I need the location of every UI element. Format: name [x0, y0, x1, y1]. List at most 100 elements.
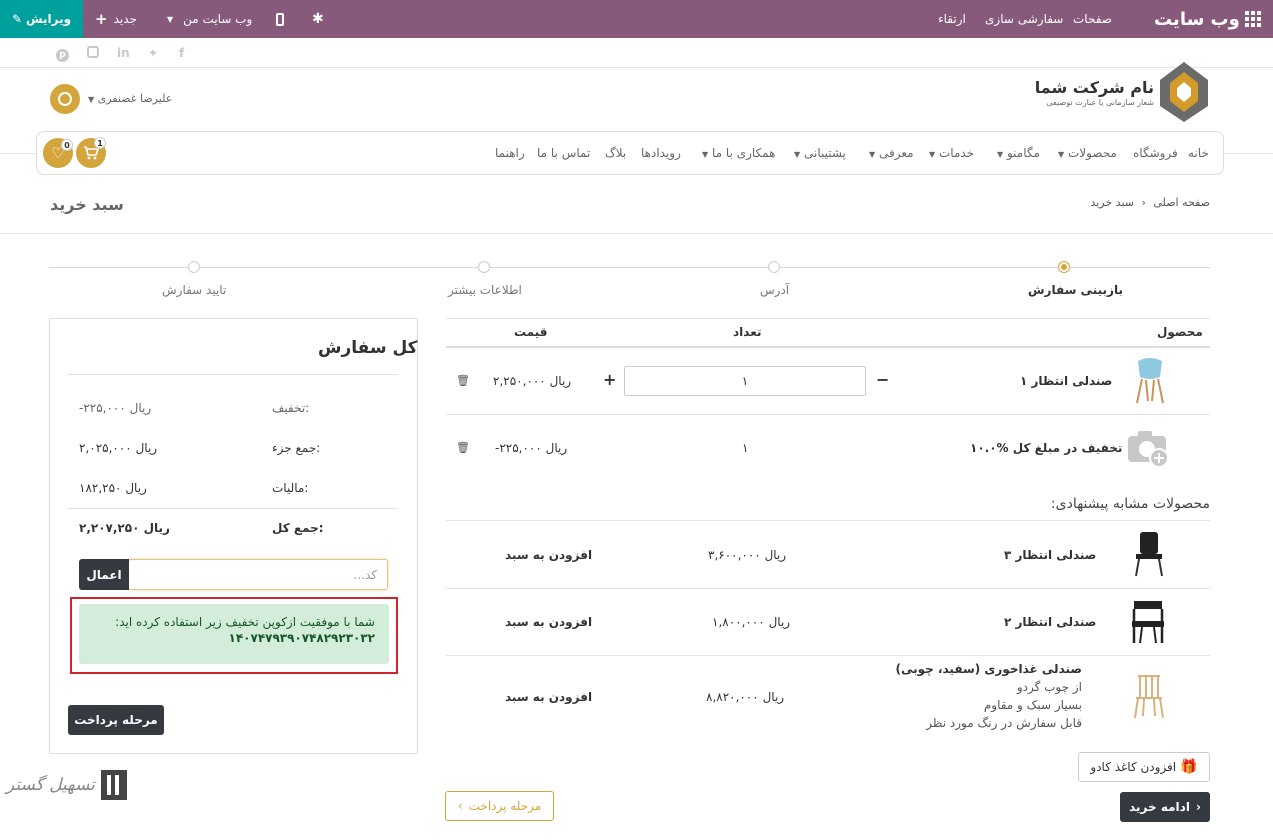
nav-right-rule [1224, 153, 1273, 154]
linkedin-icon[interactable]: in [117, 46, 130, 60]
suggested-product-price: ۱,۸۰۰,۰۰۰ ریال [712, 615, 791, 629]
cart-row-product-name[interactable]: صندلی انتظار ۱ [1020, 374, 1112, 388]
camera-plus-icon [1128, 431, 1169, 468]
caret-down-icon: ▼ [702, 150, 709, 159]
title-divider [0, 233, 1273, 234]
product-image[interactable] [1132, 355, 1168, 408]
company-logo [1158, 58, 1210, 127]
cart-row-discount-name: ۱۰.۰% تخفیف در مبلغ کل [970, 441, 1123, 455]
suggested-product-desc: قابل سفارش در رنگ مورد نظر [926, 716, 1082, 730]
qty-decrease-button[interactable]: − [876, 370, 889, 389]
qty-input[interactable]: ۱ [624, 366, 866, 396]
suggested-image[interactable] [1132, 530, 1166, 581]
nav-item-shop[interactable]: فروشگاه [1133, 146, 1178, 160]
caret-down-icon: ▼ [167, 14, 174, 24]
watermark-logo-icon [100, 770, 127, 800]
trash-icon[interactable]: 🗑 [456, 441, 470, 454]
steps-track [49, 267, 1210, 268]
chat-button[interactable] [50, 84, 80, 114]
my-site-dropdown[interactable]: ▼ وب سایت من [167, 0, 252, 38]
column-header-qty: تعداد [733, 325, 762, 339]
menu-pages[interactable]: صفحات [1073, 0, 1112, 38]
nav-item-events[interactable]: رویدادها [641, 146, 681, 160]
suggested-product-name[interactable]: صندلی انتظار ۳ [1004, 548, 1096, 562]
page-title: سبد خرید [50, 195, 124, 214]
subtotal-label: جمع جزء: [272, 441, 321, 455]
suggested-image[interactable] [1132, 672, 1164, 723]
add-to-cart-button[interactable]: افزودن به سبد [505, 615, 592, 629]
suggested-product-price: ۳,۶۰۰,۰۰۰ ریال [708, 548, 787, 562]
menu-upgrade[interactable]: ارتقاء [938, 0, 966, 38]
debug-button[interactable]: ✱ [312, 0, 324, 38]
step-dot-extra-info [478, 261, 490, 273]
nav-item-about[interactable]: ▼ معرفی [869, 146, 914, 160]
facebook-icon[interactable]: f [179, 46, 184, 60]
user-menu[interactable]: ▼ علیرضا غضنفری [88, 92, 172, 105]
step-review[interactable]: بازبینی سفارش [1028, 283, 1123, 297]
new-button[interactable]: + جدید [95, 0, 137, 38]
suggested-title: محصولات مشابه پیشنهادی: [1050, 496, 1210, 512]
suggested-product-desc: از چوب گردو [1016, 680, 1082, 694]
gift-wrap-button[interactable]: افزودن کاغذ کادو 🎁 [1078, 752, 1210, 782]
table-header-rule [446, 346, 1210, 348]
qty-increase-button[interactable]: + [603, 370, 616, 389]
cart-row-discount-qty: ۱ [742, 441, 749, 455]
suggested-product-desc: بسیار سبک و مقاوم [983, 698, 1082, 712]
menu-customize[interactable]: سفارشی سازی [985, 0, 1063, 38]
admin-topbar: ✎ ویرایش + جدید ▼ وب سایت من ✱ ارتقاء سف… [0, 0, 1273, 38]
nav-left-rule [0, 153, 36, 154]
suggested-product-name[interactable]: صندلی انتظار ۲ [1004, 615, 1096, 629]
add-to-cart-button[interactable]: افزودن به سبد [505, 548, 592, 562]
gift-icon: 🎁 [1180, 759, 1198, 775]
nav-item-help[interactable]: راهنما [495, 146, 525, 160]
row-divider [446, 655, 1210, 656]
order-summary [49, 318, 418, 754]
nav-item-contact[interactable]: تماس با ما [537, 146, 590, 160]
tax-value: ۱۸۲,۲۵۰ ریال [79, 481, 147, 495]
edit-button[interactable]: ✎ ویرایش [0, 0, 83, 38]
coupon-code: ۱۴۰۷۴۷۹۳۹۰۷۴۸۲۹۲۳۰۳۲ [228, 631, 375, 645]
caret-down-icon: ▼ [88, 95, 95, 104]
checkout-step-button[interactable]: ‹ مرحله پرداخت [445, 791, 554, 821]
subtotal-value: ۲,۰۲۵,۰۰۰ ریال [79, 441, 158, 455]
suggested-image[interactable] [1128, 597, 1168, 648]
pinterest-icon[interactable]: p [56, 46, 69, 62]
chat-icon [58, 92, 72, 106]
nav-item-blog[interactable]: بلاگ [605, 146, 626, 160]
breadcrumb-home[interactable]: صفحه اصلی [1153, 196, 1210, 209]
continue-shopping-button[interactable]: ادامه خرید › [1120, 792, 1210, 822]
add-to-cart-button[interactable]: افزودن به سبد [505, 690, 592, 704]
tax-label: مالیات: [272, 481, 309, 495]
step-dot-confirm [188, 261, 200, 273]
nav-item-home[interactable]: خانه [1188, 146, 1209, 160]
mobile-preview-button[interactable] [276, 0, 284, 38]
step-address[interactable]: آدرس [760, 283, 789, 297]
chevron-right-icon: › [1195, 800, 1201, 814]
step-extra-info[interactable]: اطلاعات بیشتر [448, 283, 522, 297]
apply-coupon-button[interactable]: اعمال [79, 559, 129, 590]
instagram-icon[interactable] [87, 46, 99, 61]
coupon-input[interactable]: کد... [128, 559, 388, 590]
cart-row-discount-price: -۲۲۵,۰۰۰ ریال [495, 441, 568, 455]
company-logo-text[interactable]: نام شرکت شما شعار سازمانی یا عبارت توصیف… [1035, 78, 1154, 107]
nav-item-megamenu[interactable]: ▼ مگامنو [997, 146, 1040, 160]
cart-count: 1 [94, 137, 106, 149]
checkout-button[interactable]: مرحله پرداخت [68, 705, 164, 735]
caret-down-icon: ▼ [869, 150, 876, 159]
suggested-product-name[interactable]: صندلی غذاخوری (سفید، چوبی) [895, 660, 1082, 678]
nav-item-support[interactable]: ▼ پشتیبانی [794, 146, 846, 160]
chevron-left-icon: ‹ [457, 799, 463, 813]
nav-item-services[interactable]: ▼ خدمات [929, 146, 974, 160]
site-brand[interactable]: وب سایت [1154, 0, 1240, 38]
apps-grid-icon[interactable] [1245, 0, 1261, 38]
twitter-icon[interactable]: ✦ [148, 46, 158, 60]
discount-label: تخفیف: [272, 401, 310, 415]
row-divider [446, 588, 1210, 589]
pencil-icon: ✎ [11, 12, 23, 26]
trash-icon[interactable]: 🗑 [456, 374, 470, 387]
step-confirm[interactable]: تایید سفارش [162, 283, 226, 297]
nav-item-careers[interactable]: ▼ همکاری با ما [702, 146, 775, 160]
total-label: جمع کل: [272, 521, 324, 535]
coupon-success-alert: شما با موفقیت ازکوپن تخفیف زیر استفاده ک… [79, 604, 389, 664]
nav-item-products[interactable]: ▼ محصولات [1058, 146, 1117, 160]
